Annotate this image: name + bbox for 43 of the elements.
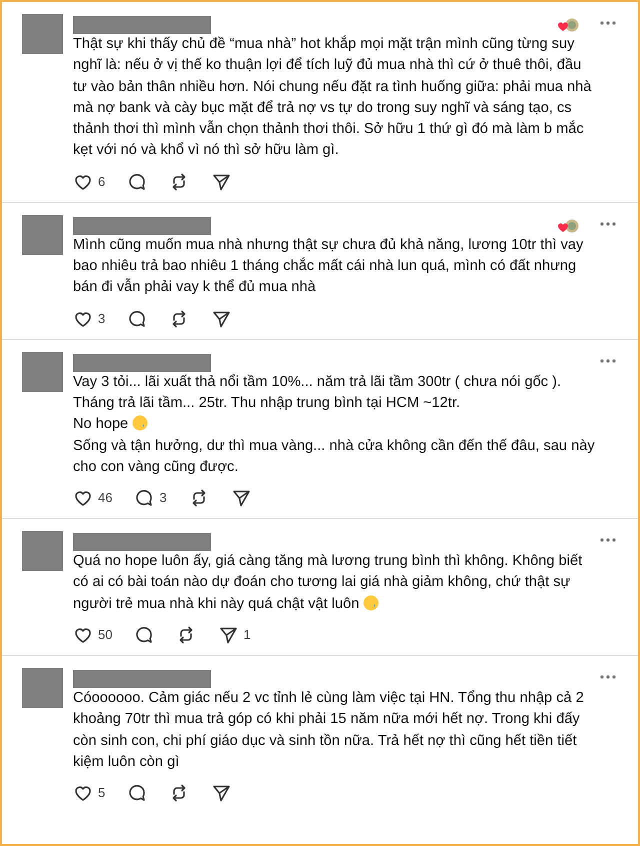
- share-icon: [230, 488, 251, 508]
- reply-button[interactable]: [127, 172, 148, 192]
- reply-icon: [134, 625, 154, 646]
- reply-icon: [127, 308, 148, 329]
- share-button[interactable]: [230, 488, 251, 508]
- reply-button[interactable]: [134, 625, 154, 646]
- like-button[interactable]: 46: [73, 488, 112, 508]
- reply-button[interactable]: 3: [134, 488, 167, 508]
- comment-text: Vay 3 tỏi... lãi xuất thả nổi tầm 10%... năm trả lãi tầm 300tr ( chưa nói gốc ).: [73, 372, 562, 392]
- share-icon: [211, 172, 232, 192]
- comment-text: Quá no hope luôn ấy, giá càng tăng mà lương trung bình thì không. Không biết có ai có bài toán nào dự đoán cho tương lai giá nhà giảm không, chứ thật sự người trẻ mua nhà khi này quá chật vật luôn: [73, 552, 584, 614]
- share-button[interactable]: [211, 783, 232, 804]
- share-icon: [218, 625, 238, 646]
- reply-icon: [127, 172, 148, 192]
- share-icon: [211, 783, 232, 804]
- reply-button[interactable]: [127, 783, 148, 804]
- comment-text: Sống và tận hưởng, dư thì mua vàng... nhà cửa không cần đến thế đâu, sau này cho con vàng cũng được.: [73, 436, 596, 477]
- more-button[interactable]: [600, 220, 616, 227]
- like-button[interactable]: 6: [73, 172, 106, 192]
- more-button[interactable]: [600, 537, 616, 544]
- reply-button[interactable]: [127, 308, 148, 329]
- comment-text: Tháng trả lãi tầm... 25tr. Thu nhập trung bình tại HCM ~12tr.: [73, 394, 462, 413]
- avatar-placeholder: [22, 14, 63, 54]
- like-button[interactable]: 50: [73, 625, 112, 646]
- share-button[interactable]: [211, 172, 232, 192]
- reply-icon: [134, 488, 154, 508]
- more-button[interactable]: [600, 358, 616, 364]
- avatar-placeholder: [22, 214, 63, 255]
- like-button[interactable]: 3: [73, 308, 106, 329]
- avatar-placeholder: [22, 352, 63, 392]
- comment-text: Mình cũng muốn mua nhà nhưng thật sự chưa đủ khả năng, lương 10tr thì vay bao nhiêu trả bao nhiêu 1 tháng chắc mất cái nhà lun quá, mình có đất nhưng bán đi vẫn phải vay k thể đủ mua nhà: [73, 236, 584, 298]
- more-button[interactable]: [600, 20, 616, 26]
- avatar-placeholder: [22, 668, 63, 708]
- comment-text: Cóoooooo. Cảm giác nếu 2 vc tỉnh lẻ cùng làm việc tại HN. Tổng thu nhập cả 2 khoảng 70tr thì mua trả góp có khi phải 15 năm nữa mới hết nợ. Trong khi đấy còn sinh con, chi phí giáo dục và sinh tồn nữa. Trả hết nợ thì cũng hết tiền tiết kiệm luôn còn gì: [73, 689, 585, 772]
- avatar-placeholder: [22, 531, 63, 572]
- comment-text: Thật sự khi thấy chủ đề “mua nhà” hot khắp mọi mặt trận mình cũng từng suy nghĩ là: nếu ở vị thế ko thuận lợi để tích luỹ đủ mua nhà thì cứ ở thuê thôi, đầu tư vào bản thân nhiều hơn. Nói chung nếu đặt ra tình huống giữa: phải mua nhà mà nợ bank và cày bục mặt để trả nợ vs tự do trong suy nghĩ và sáng tạo, cs thảnh thơi thì mình vẫn chọn thảnh thơi thôi. Sở hữu 1 thứ gì đó mà làm b mắc kẹt với nó và khổ vì nó thì sở hữu làm gì.: [73, 34, 592, 160]
- share-button[interactable]: [211, 308, 232, 329]
- comment-text: No hope: [73, 414, 599, 436]
- more-button[interactable]: [600, 674, 616, 680]
- share-button[interactable]: 1: [218, 625, 251, 646]
- like-button[interactable]: 5: [73, 783, 106, 804]
- reply-icon: [127, 783, 148, 804]
- share-icon: [211, 308, 232, 329]
